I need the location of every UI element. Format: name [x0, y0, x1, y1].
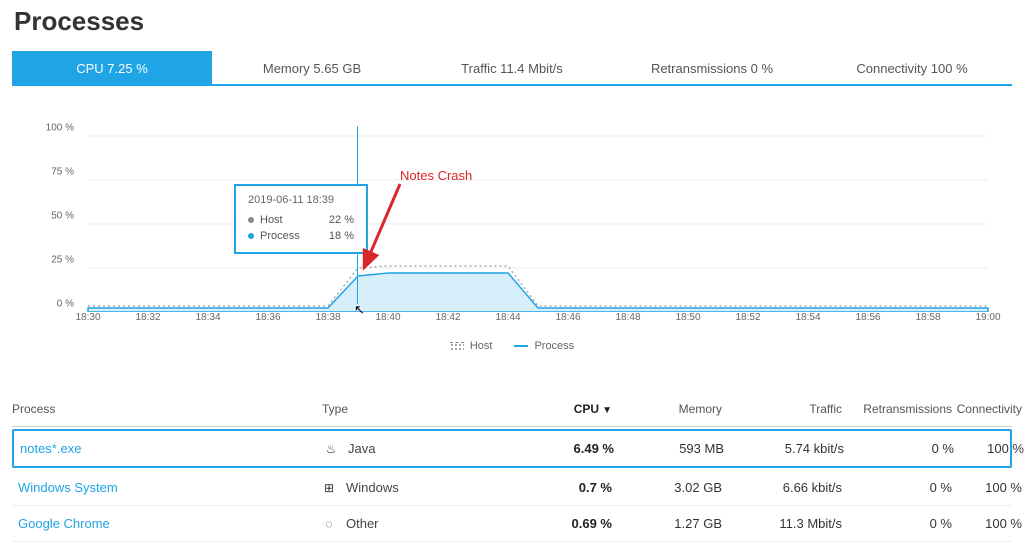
memory-cell: 1.27 GB — [612, 516, 722, 531]
tooltip-process-label: Process — [260, 230, 300, 242]
type-cell: ⊞ Windows — [322, 480, 522, 495]
x-tick: 18:52 — [735, 312, 760, 323]
conn-cell: 100 % — [954, 441, 1024, 456]
retrans-cell: 0 % — [842, 480, 952, 495]
tooltip-host-value: 22 % — [329, 214, 354, 226]
sort-desc-icon: ▼ — [602, 405, 612, 416]
x-tick: 18:58 — [915, 312, 940, 323]
table-row[interactable]: Google Chrome ◌ Other 0.69 % 1.27 GB 11.… — [12, 506, 1012, 542]
java-icon: ♨ — [324, 442, 338, 456]
page-title: Processes — [12, 0, 1012, 51]
x-tick: 19:00 — [975, 312, 1000, 323]
x-tick: 18:56 — [855, 312, 880, 323]
retrans-cell: 0 % — [842, 516, 952, 531]
y-tick: 100 % — [38, 123, 74, 134]
windows-icon: ⊞ — [322, 481, 336, 495]
process-swatch-icon — [514, 345, 528, 347]
type-cell: ♨ Java — [324, 441, 524, 456]
metric-tabs: CPU 7.25 % Memory 5.65 GB Traffic 11.4 M… — [12, 51, 1012, 86]
x-tick: 18:46 — [555, 312, 580, 323]
x-tick: 18:34 — [195, 312, 220, 323]
tab-connectivity[interactable]: Connectivity 100 % — [812, 51, 1012, 86]
legend-host[interactable]: Host — [450, 340, 493, 352]
memory-cell: 3.02 GB — [612, 480, 722, 495]
tab-traffic[interactable]: Traffic 11.4 Mbit/s — [412, 51, 612, 86]
chart-tooltip: 2019-06-11 18:39 Host 22 % Process 18 % — [234, 184, 368, 254]
traffic-cell: 5.74 kbit/s — [724, 441, 844, 456]
col-type[interactable]: Type — [322, 402, 522, 416]
process-link[interactable]: notes*.exe — [14, 441, 324, 456]
process-table: Process Type CPU▼ Memory Traffic Retrans… — [12, 396, 1012, 542]
tab-memory[interactable]: Memory 5.65 GB — [212, 51, 412, 86]
x-tick: 18:42 — [435, 312, 460, 323]
table-row[interactable]: Windows System ⊞ Windows 0.7 % 3.02 GB 6… — [12, 470, 1012, 506]
type-cell: ◌ Other — [322, 516, 522, 531]
y-tick: 75 % — [38, 167, 74, 178]
traffic-cell: 6.66 kbit/s — [722, 480, 842, 495]
process-link[interactable]: Google Chrome — [12, 516, 322, 531]
table-header-row: Process Type CPU▼ Memory Traffic Retrans… — [12, 396, 1012, 427]
tab-cpu[interactable]: CPU 7.25 % — [12, 51, 212, 86]
x-tick: 18:38 — [315, 312, 340, 323]
table-row[interactable]: notes*.exe ♨ Java 6.49 % 593 MB 5.74 kbi… — [12, 429, 1012, 468]
y-tick: 50 % — [38, 211, 74, 222]
annotation-notes-crash: Notes Crash — [400, 168, 472, 183]
tab-retransmissions[interactable]: Retransmissions 0 % — [612, 51, 812, 86]
col-cpu[interactable]: CPU▼ — [522, 402, 612, 416]
tooltip-process-value: 18 % — [329, 230, 354, 242]
chart-legend: Host Process — [18, 340, 1006, 360]
y-tick: 0 % — [38, 299, 74, 310]
conn-cell: 100 % — [952, 480, 1022, 495]
col-process[interactable]: Process — [12, 402, 322, 416]
chart-svg — [18, 112, 998, 312]
legend-process[interactable]: Process — [514, 340, 574, 352]
process-link[interactable]: Windows System — [12, 480, 322, 495]
host-dot-icon — [248, 217, 254, 223]
x-tick: 18:36 — [255, 312, 280, 323]
x-tick: 18:54 — [795, 312, 820, 323]
traffic-cell: 11.3 Mbit/s — [722, 516, 842, 531]
other-icon: ◌ — [322, 517, 336, 531]
x-tick: 18:40 — [375, 312, 400, 323]
y-tick: 25 % — [38, 255, 74, 266]
tooltip-host-label: Host — [260, 214, 283, 226]
x-tick: 18:48 — [615, 312, 640, 323]
process-dot-icon — [248, 233, 254, 239]
host-swatch-icon — [450, 342, 464, 350]
cpu-cell: 0.7 % — [522, 480, 612, 495]
cpu-cell: 0.69 % — [522, 516, 612, 531]
col-memory[interactable]: Memory — [612, 402, 722, 416]
x-tick: 18:44 — [495, 312, 520, 323]
cpu-cell: 6.49 % — [524, 441, 614, 456]
cpu-chart[interactable]: 100 % 75 % 50 % 25 % 0 % — [12, 104, 1012, 364]
x-tick: 18:30 — [75, 312, 100, 323]
col-traffic[interactable]: Traffic — [722, 402, 842, 416]
conn-cell: 100 % — [952, 516, 1022, 531]
cursor-icon: ↖ — [354, 302, 365, 318]
memory-cell: 593 MB — [614, 441, 724, 456]
tooltip-time: 2019-06-11 18:39 — [248, 194, 354, 206]
retrans-cell: 0 % — [844, 441, 954, 456]
col-connectivity[interactable]: Connectivity — [952, 402, 1022, 416]
col-retransmissions[interactable]: Retransmissions — [842, 402, 952, 416]
x-tick: 18:50 — [675, 312, 700, 323]
x-tick: 18:32 — [135, 312, 160, 323]
